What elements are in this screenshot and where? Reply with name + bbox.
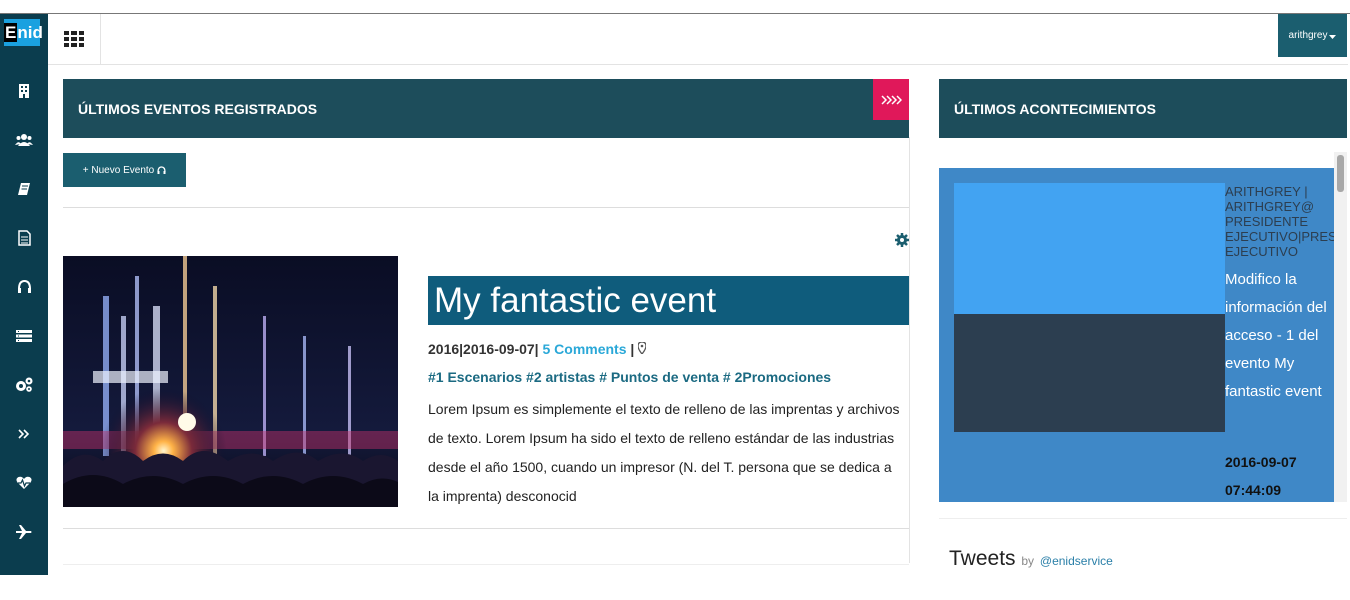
divider: [939, 518, 1347, 519]
new-event-label: + Nuevo Evento: [82, 164, 155, 176]
top-bar: arithgrey: [48, 14, 1348, 65]
divider: [63, 564, 909, 565]
headset-icon[interactable]: [0, 274, 48, 300]
gear-icon[interactable]: [895, 233, 909, 252]
news-panel-title: ÚLTIMOS ACONTECIMIENTOS: [954, 100, 1156, 117]
news-image-bottom: [954, 314, 1225, 432]
tweets-handle[interactable]: @enidservice: [1040, 554, 1113, 568]
double-chevron-right-icon: [881, 94, 902, 105]
cogs-icon[interactable]: [0, 372, 48, 398]
news-item: ARITHGREY | ARITHGREY@ PRESIDENTE EJECUT…: [939, 168, 1334, 502]
event-title[interactable]: My fantastic event: [428, 276, 909, 325]
tweets-title: Tweets: [949, 547, 1016, 570]
events-panel-title: ÚLTIMOS EVENTOS REGISTRADOS: [78, 100, 318, 117]
grid-icon: [64, 31, 84, 47]
event-image[interactable]: [63, 256, 398, 507]
user-menu-button[interactable]: arithgrey: [1278, 14, 1347, 57]
logo-rest: nid: [17, 23, 43, 42]
news-date: 2016-09-07 07:44:09: [1225, 454, 1297, 498]
list-icon[interactable]: [0, 323, 48, 349]
map-marker-icon[interactable]: [637, 341, 647, 356]
book-icon[interactable]: [0, 176, 48, 202]
news-panel-header: ÚLTIMOS ACONTECIMIENTOS: [939, 79, 1347, 138]
enid-logo[interactable]: Enid: [4, 19, 43, 46]
building-icon[interactable]: [0, 78, 48, 104]
divider: [63, 207, 909, 208]
panel-border: [909, 137, 910, 563]
tweets-by: by: [1021, 554, 1035, 568]
comments-link[interactable]: 5 Comments: [542, 341, 626, 357]
user-name: arithgrey: [1288, 30, 1328, 41]
meta-separator: |: [630, 341, 635, 357]
users-icon[interactable]: [0, 127, 48, 153]
apps-grid-button[interactable]: [48, 14, 101, 64]
event-meta: 2016|2016-09-07| 5 Comments |: [428, 341, 647, 357]
divider: [63, 528, 909, 529]
news-image-top: [954, 183, 1225, 314]
event-date: 2016|2016-09-07|: [428, 341, 539, 357]
news-scrollbar[interactable]: [1334, 152, 1347, 502]
event-description: Lorem Ipsum es simplemente el texto de r…: [428, 401, 900, 504]
event-tags[interactable]: #1 Escenarios #2 artistas # Puntos de ve…: [428, 369, 831, 385]
document-icon[interactable]: [0, 225, 48, 251]
plane-icon[interactable]: [0, 519, 48, 545]
events-panel-header: ÚLTIMOS EVENTOS REGISTRADOS: [63, 79, 909, 138]
double-chevron-icon[interactable]: [0, 421, 48, 447]
new-event-button[interactable]: + Nuevo Evento: [63, 153, 186, 187]
scrollbar-thumb[interactable]: [1337, 155, 1344, 192]
logo-letter: E: [4, 23, 18, 42]
news-text: Modifico la información del acceso - 1 d…: [1225, 271, 1327, 400]
expand-button[interactable]: [873, 79, 909, 120]
caret-down-icon: [1329, 34, 1337, 39]
heartbeat-icon[interactable]: [0, 470, 48, 496]
sidebar: Enid: [0, 14, 48, 575]
headset-small-icon: [157, 166, 166, 174]
news-user: ARITHGREY | ARITHGREY@ PRESIDENTE EJECUT…: [1225, 184, 1334, 259]
tweets-header: Tweets by @enidservice: [949, 547, 1113, 571]
